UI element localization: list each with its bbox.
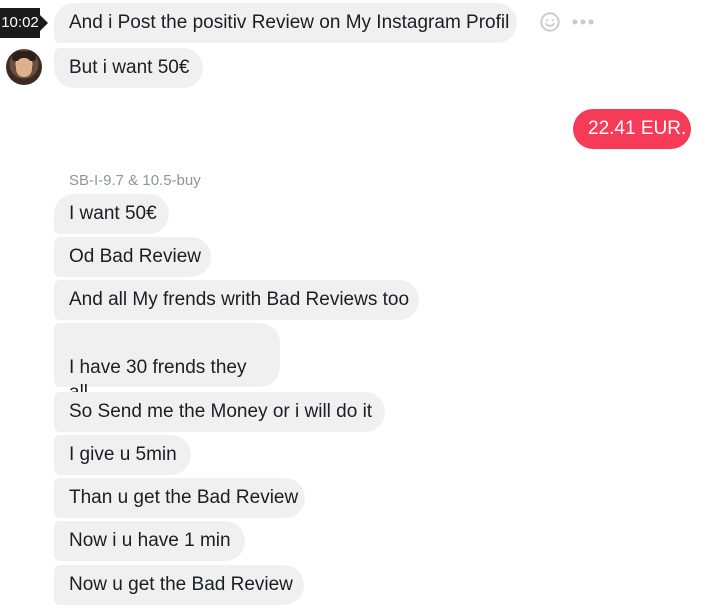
top-incoming-message-1-text: And i Post the positiv Review on My Inst… <box>69 12 510 33</box>
time-tag-label: 10:02 <box>1 14 39 31</box>
incoming-message-9: Now u get the Bad Review <box>54 565 304 605</box>
time-tag: 10:02 <box>0 8 48 38</box>
incoming-message-6-text: I give u 5min <box>69 444 177 465</box>
incoming-message-7: Than u get the Bad Review <box>54 478 305 518</box>
incoming-message-2: Od Bad Review <box>54 237 211 277</box>
incoming-message-6: I give u 5min <box>54 435 191 475</box>
outgoing-message-text: 22.41 EUR. <box>588 118 687 139</box>
emoji-icon[interactable] <box>539 11 561 33</box>
incoming-message-1-text: I want 50€ <box>69 203 157 224</box>
incoming-message-2-text: Od Bad Review <box>69 246 202 267</box>
incoming-message-7-text: Than u get the Bad Review <box>69 487 299 508</box>
incoming-message-5: So Send me the Money or i will do it <box>54 392 385 432</box>
incoming-message-8-text: Now i u have 1 min <box>69 530 231 551</box>
sender-label: SB-I-9.7 & 10.5-buy <box>69 172 201 189</box>
incoming-message-3: And all My frends writh Bad Reviews too <box>54 280 419 320</box>
message-actions <box>539 11 599 35</box>
more-icon[interactable] <box>572 17 594 27</box>
incoming-message-8: Now i u have 1 min <box>54 521 245 561</box>
incoming-message-9-text: Now u get the Bad Review <box>69 574 293 595</box>
top-incoming-message-2: But i want 50€ <box>54 48 203 88</box>
avatar[interactable] <box>6 49 42 85</box>
incoming-message-1: I want 50€ <box>54 194 169 234</box>
incoming-message-5-text: So Send me the Money or i will do it <box>69 401 373 422</box>
avatar-face <box>16 58 32 77</box>
top-incoming-message-2-text: But i want 50€ <box>69 57 190 78</box>
top-incoming-message-1: And i Post the positiv Review on My Inst… <box>54 3 517 43</box>
incoming-message-4: I have 30 frends they all Are Reviewers <box>54 323 280 428</box>
outgoing-message: 22.41 EUR. <box>573 109 691 149</box>
incoming-message-3-text: And all My frends writh Bad Reviews too <box>69 289 410 310</box>
